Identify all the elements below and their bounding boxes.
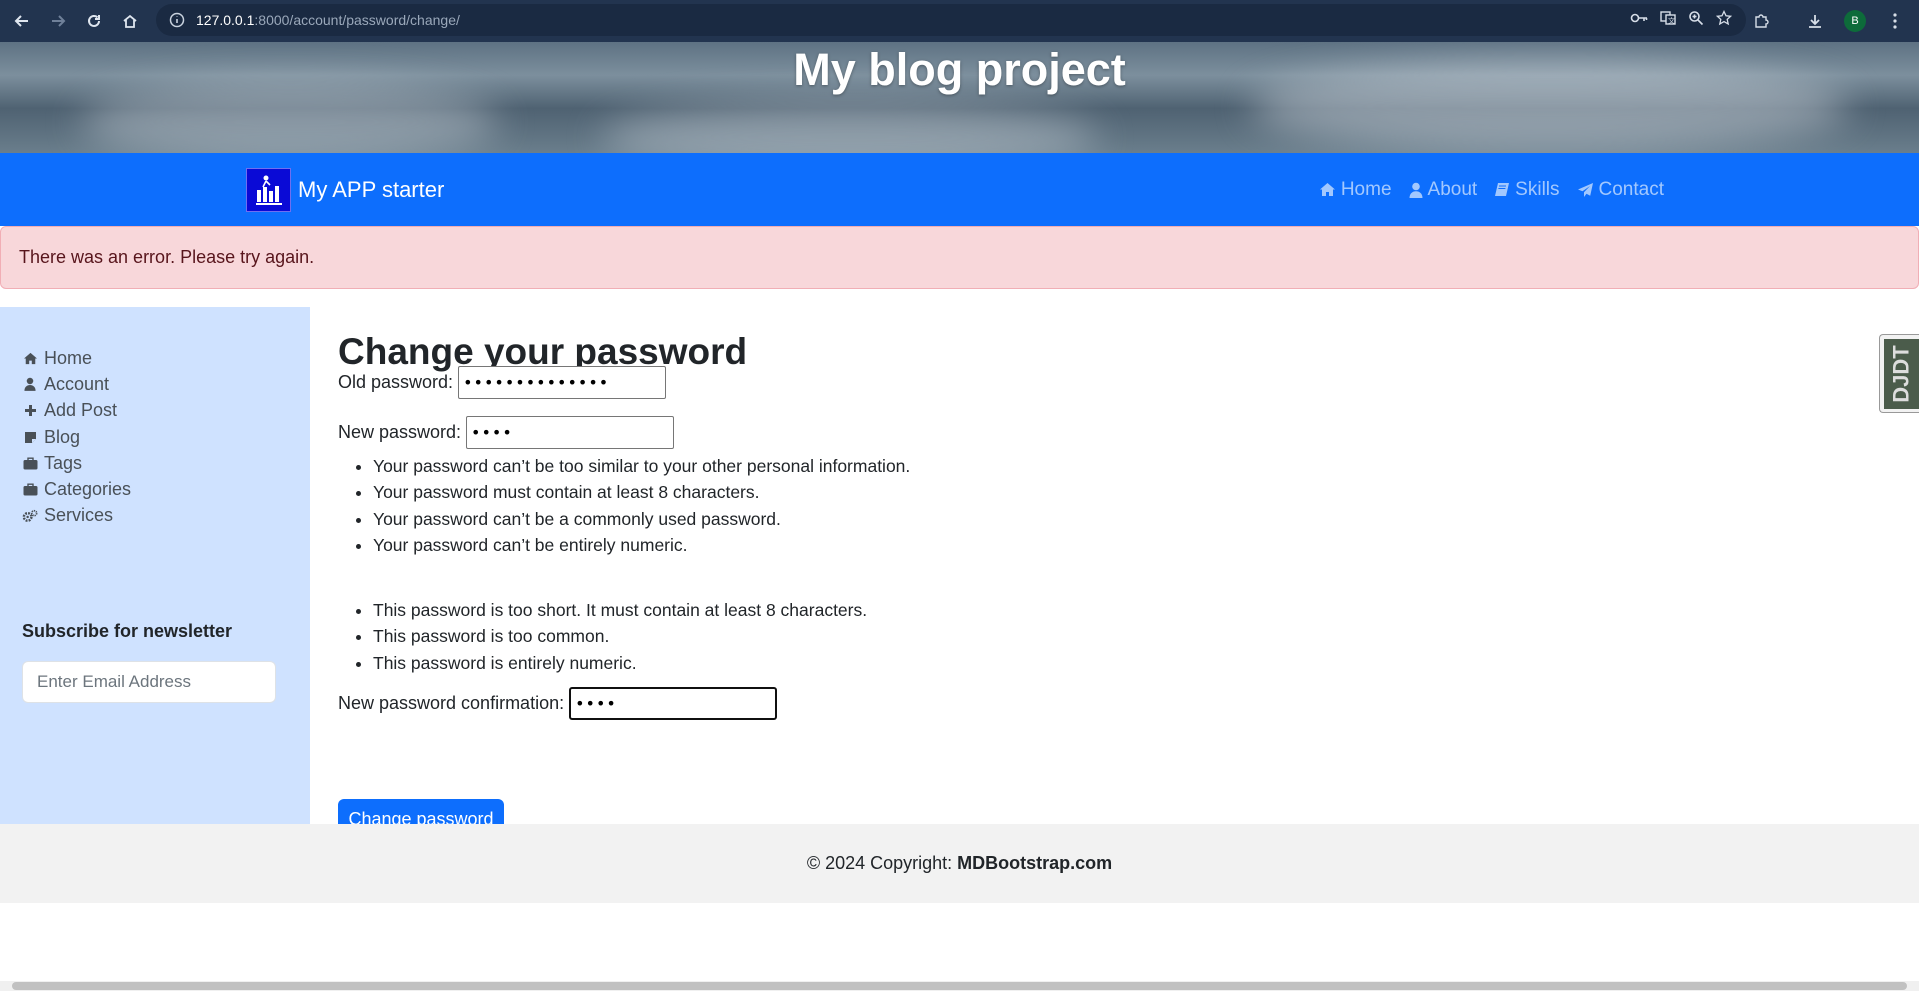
password-help-list: Your password can’t be too similar to yo… xyxy=(373,453,910,558)
profile-button[interactable]: B xyxy=(1839,5,1871,37)
old-password-label: Old password: xyxy=(338,372,454,392)
nav-link-label: About xyxy=(1427,178,1478,200)
footer-link[interactable]: MDBootstrap.com xyxy=(957,853,1112,874)
sidebar-item-categories[interactable]: Categories xyxy=(22,476,131,502)
briefcase-icon xyxy=(22,483,38,496)
nav-link-label: Home xyxy=(1340,178,1392,200)
alert-message: There was an error. Please try again. xyxy=(19,247,315,267)
confirm-password-label: New password confirmation: xyxy=(338,693,565,713)
confirm-password-field[interactable] xyxy=(569,687,778,720)
nav-link-home[interactable]: Home xyxy=(1319,179,1392,201)
sidebar-item-label: Categories xyxy=(44,479,132,500)
list-item: Your password must contain at least 8 ch… xyxy=(373,479,910,505)
sidebar-item-label: Add Post xyxy=(44,400,118,421)
sidebar-item-label: Blog xyxy=(44,426,81,447)
sidebar-item-blog[interactable]: Blog xyxy=(22,424,131,450)
nav-link-contact[interactable]: Contact xyxy=(1577,179,1664,201)
home-button[interactable] xyxy=(112,3,148,39)
password-key-icon[interactable] xyxy=(1630,11,1648,29)
footer-copyright: © 2024 Copyright: xyxy=(806,853,953,873)
briefcase-icon xyxy=(22,457,38,470)
url-text: 127.0.0.1:8000/account/password/change/ xyxy=(196,12,460,28)
hero-banner: My blog project xyxy=(0,42,1919,153)
forward-button[interactable] xyxy=(40,3,76,39)
list-item: Your password can’t be a commonly used p… xyxy=(373,506,910,532)
old-password-field[interactable] xyxy=(458,366,667,399)
reload-button[interactable] xyxy=(76,3,112,39)
nav-link-label: Contact xyxy=(1598,178,1664,200)
new-password-row: New password: xyxy=(338,416,675,449)
new-password-field[interactable] xyxy=(466,416,675,449)
arrow-right-icon xyxy=(52,15,66,27)
sidebar-item-label: Home xyxy=(44,347,93,368)
svg-text:文: 文 xyxy=(1668,16,1675,25)
home-icon xyxy=(22,352,38,365)
old-password-row: Old password: xyxy=(338,366,667,399)
sidebar-item-services[interactable]: Services xyxy=(22,503,131,529)
newsletter-email-input[interactable] xyxy=(22,661,276,703)
zoom-icon[interactable] xyxy=(1688,10,1704,30)
paper-plane-icon xyxy=(1577,182,1593,197)
sidebar-item-home[interactable]: Home xyxy=(22,345,131,371)
back-button[interactable] xyxy=(4,3,40,39)
brand-name: My APP starter xyxy=(298,177,445,202)
home-icon xyxy=(123,14,137,28)
sidebar-item-label: Tags xyxy=(44,452,83,473)
address-bar[interactable]: 127.0.0.1:8000/account/password/change/ … xyxy=(156,4,1746,36)
confirm-password-row: New password confirmation: xyxy=(338,687,778,720)
puzzle-icon xyxy=(1755,14,1769,28)
cogs-icon xyxy=(22,509,38,523)
reload-icon xyxy=(88,14,100,27)
download-icon xyxy=(1809,15,1821,28)
kebab-menu-icon xyxy=(1893,13,1897,29)
arrow-left-icon xyxy=(14,15,28,27)
downloads-button[interactable] xyxy=(1799,5,1831,37)
sidebar-item-add-post[interactable]: Add Post xyxy=(22,398,131,424)
brand-logo-icon xyxy=(246,168,291,212)
horizontal-scrollbar[interactable] xyxy=(0,981,1919,991)
footer: © 2024 Copyright: MDBootstrap.com xyxy=(0,824,1919,903)
list-item: This password is too common. xyxy=(373,623,867,649)
sticky-note-icon xyxy=(22,431,38,444)
sidebar-menu: Home Account Add Post Blog Tags Categori… xyxy=(22,345,131,529)
list-item: Your password can’t be entirely numeric. xyxy=(373,532,910,558)
list-item: This password is entirely numeric. xyxy=(373,650,867,676)
site-info-icon[interactable] xyxy=(168,11,186,29)
nav-link-skills[interactable]: Skills xyxy=(1494,178,1560,201)
bookmark-star-icon[interactable] xyxy=(1715,9,1733,30)
debug-toolbar-handle[interactable]: DJDT xyxy=(1879,334,1919,413)
top-navbar: My APP starter Home About Skills Contact xyxy=(0,153,1919,226)
sidebar-item-tags[interactable]: Tags xyxy=(22,450,131,476)
plus-icon xyxy=(22,404,38,417)
site-title: My blog project xyxy=(793,44,1126,95)
book-icon xyxy=(1495,182,1510,196)
browser-toolbar: 127.0.0.1:8000/account/password/change/ … xyxy=(0,0,1919,42)
scrollbar-thumb[interactable] xyxy=(12,982,1907,990)
list-item: This password is too short. It must cont… xyxy=(373,597,867,623)
page: My blog project My APP starter Home Abou… xyxy=(0,42,1919,991)
extensions-button[interactable] xyxy=(1745,5,1777,37)
sidebar-item-label: Services xyxy=(44,505,114,526)
avatar: B xyxy=(1844,10,1866,32)
password-error-list: This password is too short. It must cont… xyxy=(373,597,867,676)
translate-icon[interactable]: 文 xyxy=(1660,10,1676,30)
user-icon xyxy=(22,377,38,392)
browser-menu-button[interactable] xyxy=(1879,5,1911,37)
brand-link[interactable]: My APP starter xyxy=(246,168,444,212)
debug-toolbar-label: DJDT xyxy=(1889,345,1915,403)
error-alert: There was an error. Please try again. xyxy=(0,226,1919,289)
sidebar-item-account[interactable]: Account xyxy=(22,371,131,397)
newsletter-heading: Subscribe for newsletter xyxy=(22,621,233,641)
sidebar-item-label: Account xyxy=(44,373,110,394)
sidebar: Home Account Add Post Blog Tags Categori… xyxy=(0,307,310,824)
new-password-label: New password: xyxy=(338,422,462,442)
nav-link-label: Skills xyxy=(1515,178,1560,200)
nav-link-about[interactable]: About xyxy=(1409,178,1478,201)
list-item: Your password can’t be too similar to yo… xyxy=(373,453,910,479)
home-icon xyxy=(1319,183,1335,196)
user-icon xyxy=(1409,182,1423,198)
